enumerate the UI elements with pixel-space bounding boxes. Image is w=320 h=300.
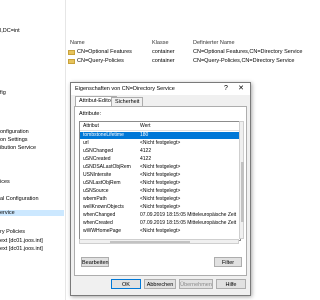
- tree-item[interactable]: l,DC=int: [0, 28, 20, 34]
- dialog-title: Eigenschaften von CN=Directory Service: [75, 86, 175, 92]
- attribute-value: <Nicht festgelegt>: [140, 172, 181, 178]
- attribute-name: wWWHomePage: [83, 228, 122, 234]
- table-row[interactable]: uSNChanged 4122: [80, 148, 240, 155]
- folder-icon: [68, 59, 75, 64]
- tree-item[interactable]: onfiguration: [0, 129, 29, 135]
- table-row[interactable]: wellKnownObjects <Nicht festgelegt>: [80, 204, 240, 211]
- attribute-name: uSNCreated: [83, 156, 111, 162]
- tree-item[interactable]: ext [dc01.joos.int]: [0, 238, 43, 244]
- column-header-attribute[interactable]: Attribut: [80, 122, 138, 131]
- ok-button[interactable]: OK: [111, 279, 141, 289]
- attribute-name: whenCreated: [83, 220, 113, 226]
- tree-item[interactable]: ry Policies: [0, 229, 25, 235]
- attribute-table[interactable]: Attribut Wert tombstoneLifetime 180 url …: [79, 121, 241, 241]
- attribute-value: <Nicht festgelegt>: [140, 180, 181, 186]
- help-icon[interactable]: ?: [221, 84, 231, 94]
- table-row[interactable]: uSNDSALastObjRem <Nicht festgelegt>: [80, 164, 240, 171]
- attribute-name: uSNDSALastObjRem: [83, 164, 131, 170]
- attribute-name: tombstoneLifetime: [83, 132, 124, 138]
- vertical-scrollbar[interactable]: [239, 121, 244, 239]
- table-row[interactable]: uSNLastObjRem <Nicht festgelegt>: [80, 180, 240, 187]
- attribute-value: <Nicht festgelegt>: [140, 204, 181, 210]
- attribute-value: 180: [140, 132, 149, 138]
- item-dn: CN=Optional Features,CN=Directory Servic…: [193, 49, 303, 55]
- attribute-value: 4122: [140, 148, 152, 154]
- column-header-value[interactable]: Wert: [138, 122, 240, 131]
- attributes-label: Attribute:: [79, 111, 102, 117]
- attribute-value: <Nicht festgelegt>: [140, 188, 181, 194]
- item-class: container: [152, 58, 175, 64]
- tree-item[interactable]: fig: [0, 90, 6, 96]
- help-button[interactable]: Hilfe: [216, 279, 246, 289]
- table-row[interactable]: uSNCreated 4122: [80, 156, 240, 163]
- table-row[interactable]: tombstoneLifetime 180: [80, 132, 240, 139]
- tree-item-selected[interactable]: ervice: [0, 210, 64, 216]
- attribute-value: <Nicht festgelegt>: [140, 228, 181, 234]
- column-header-class[interactable]: Klasse: [152, 40, 169, 46]
- attribute-name: USNIntersite: [83, 172, 112, 178]
- table-row[interactable]: wWWHomePage <Nicht festgelegt>: [80, 228, 240, 235]
- item-name: CN=Optional Features: [77, 49, 132, 55]
- tree-item[interactable]: ices: [0, 179, 10, 185]
- attribute-name: wellKnownObjects: [83, 204, 124, 210]
- attribute-value: <Nicht festgelegt>: [140, 164, 181, 170]
- attribute-value: 4122: [140, 156, 152, 162]
- edit-button[interactable]: Bearbeiten: [81, 257, 109, 267]
- attribute-name: url: [83, 140, 89, 146]
- folder-icon: [68, 50, 75, 55]
- filter-button[interactable]: Filter: [214, 257, 242, 267]
- tree-item[interactable]: on Settings: [0, 137, 28, 143]
- tree-item[interactable]: ext [dc01.joos.int]: [0, 246, 43, 252]
- attribute-value: 07.09.2019 18:15:05 Mitteleuropäische Ze…: [140, 212, 237, 218]
- list-item[interactable]: CN=Optional Features container CN=Option…: [66, 49, 303, 57]
- navigation-tree: l,DC=int fig onfiguration on Settings ib…: [0, 0, 66, 300]
- tree-item[interactable]: ibution Service: [0, 145, 36, 151]
- attribute-name: whenChanged: [83, 212, 116, 218]
- attribute-name: uSNChanged: [83, 148, 114, 154]
- table-row[interactable]: whenCreated 07.09.2019 18:15:05 Mitteleu…: [80, 220, 240, 227]
- dialog-titlebar[interactable]: Eigenschaften von CN=Directory Service ?…: [71, 83, 250, 95]
- attribute-editor-panel: Attribute: Attribut Wert tombstoneLifeti…: [74, 106, 247, 276]
- attribute-value: <Nicht festgelegt>: [140, 140, 181, 146]
- attribute-value: <Nicht festgelegt>: [140, 196, 181, 202]
- table-row[interactable]: USNIntersite <Nicht festgelegt>: [80, 172, 240, 179]
- column-header-dn[interactable]: Definierter Name: [193, 40, 235, 46]
- horizontal-scrollbar[interactable]: [79, 239, 239, 244]
- attribute-name: uSNSource: [83, 188, 109, 194]
- scrollbar-thumb[interactable]: [241, 162, 244, 222]
- item-name: CN=Query-Policies: [77, 58, 124, 64]
- item-dn: CN=Query-Policies,CN=Directory Service: [193, 58, 295, 64]
- attribute-value: 07.09.2019 18:15:05 Mitteleuropäische Ze…: [140, 220, 237, 226]
- table-row[interactable]: url <Nicht festgelegt>: [80, 140, 240, 147]
- close-icon[interactable]: ✕: [236, 84, 246, 94]
- attribute-name: uSNLastObjRem: [83, 180, 121, 186]
- attribute-name: wbemPath: [83, 196, 107, 202]
- properties-dialog: Eigenschaften von CN=Directory Service ?…: [70, 82, 251, 296]
- table-row[interactable]: wbemPath <Nicht festgelegt>: [80, 196, 240, 203]
- scrollbar-thumb[interactable]: [110, 241, 190, 243]
- table-row[interactable]: whenChanged 07.09.2019 18:15:05 Mitteleu…: [80, 212, 240, 219]
- table-row[interactable]: uSNSource <Nicht festgelegt>: [80, 188, 240, 195]
- column-header-name[interactable]: Name: [70, 40, 85, 46]
- item-class: container: [152, 49, 175, 55]
- list-item[interactable]: CN=Query-Policies container CN=Query-Pol…: [66, 58, 300, 66]
- tree-item[interactable]: al Configuration: [0, 196, 39, 202]
- apply-button[interactable]: Übernehmen: [179, 279, 213, 289]
- cancel-button[interactable]: Abbrechen: [144, 279, 176, 289]
